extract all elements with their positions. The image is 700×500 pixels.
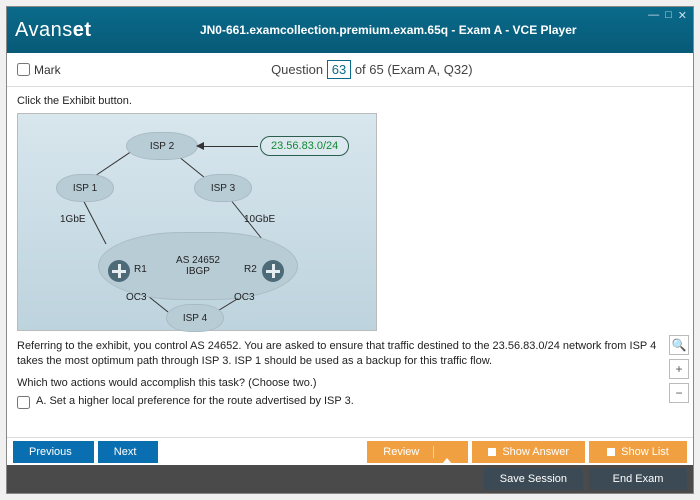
1gbe-label: 1GbE <box>60 214 86 225</box>
previous-label: Previous <box>29 446 72 458</box>
question-text: Referring to the exhibit, you control AS… <box>17 339 683 369</box>
isp1-label: ISP 1 <box>73 183 97 194</box>
next-button[interactable]: Next <box>98 441 159 463</box>
close-button[interactable]: ✕ <box>678 9 687 22</box>
mark-checkbox-wrap[interactable]: Mark <box>17 63 61 77</box>
triangle-up-icon <box>442 446 452 464</box>
app-logo: Avanset <box>15 19 92 42</box>
show-list-button[interactable]: Show List <box>589 441 687 463</box>
question-total: of 65 (Exam A, Q32) <box>355 62 473 77</box>
isp1-cloud: ISP 1 <box>56 174 114 202</box>
oc3-label-2: OC3 <box>234 292 255 303</box>
stop-icon <box>488 448 496 456</box>
end-exam-button[interactable]: End Exam <box>589 468 687 490</box>
question-label: Question <box>271 62 323 77</box>
stop-icon <box>607 448 615 456</box>
logo-part-a: Avans <box>15 19 73 41</box>
router-r2-icon <box>262 260 284 282</box>
isp3-label: ISP 3 <box>211 183 235 194</box>
exhibit-instruction: Click the Exhibit button. <box>17 95 683 107</box>
oc3-label-1: OC3 <box>126 292 147 303</box>
next-label: Next <box>114 446 137 458</box>
zoom-in-button[interactable]: + <box>669 359 689 379</box>
r2-label: R2 <box>244 264 257 275</box>
option-a-checkbox[interactable] <box>17 396 30 409</box>
window-controls: — □ ✕ <box>648 9 687 22</box>
review-label: Review <box>383 446 419 458</box>
isp4-cloud: ISP 4 <box>166 304 224 332</box>
router-r1-icon <box>108 260 130 282</box>
mark-checkbox[interactable] <box>17 63 30 76</box>
exhibit-image: ISP 2 ISP 1 ISP 3 AS 24652 IBGP ISP 4 1G… <box>17 113 377 331</box>
zoom-out-button[interactable]: − <box>669 383 689 403</box>
as-number: AS 24652 <box>176 255 220 266</box>
show-answer-label: Show Answer <box>502 446 569 458</box>
isp2-label: ISP 2 <box>150 141 174 152</box>
question-content: Click the Exhibit button. ISP 2 ISP 1 IS… <box>7 87 693 437</box>
search-button[interactable]: 🔍 <box>669 335 689 355</box>
question-number: 63 <box>327 60 351 79</box>
option-a-text: A. Set a higher local preference for the… <box>36 395 354 407</box>
network-box: 23.56.83.0/24 <box>260 136 349 156</box>
ibgp-label: IBGP <box>176 266 220 277</box>
logo-part-b: et <box>73 19 92 41</box>
app-window: Avanset JN0-661.examcollection.premium.e… <box>6 6 694 494</box>
titlebar: Avanset JN0-661.examcollection.premium.e… <box>7 7 693 53</box>
session-footer: Save Session End Exam <box>7 465 693 493</box>
previous-button[interactable]: Previous <box>13 441 94 463</box>
maximize-button[interactable]: □ <box>665 9 672 22</box>
minimize-button[interactable]: — <box>648 9 659 22</box>
show-list-label: Show List <box>621 446 669 458</box>
nav-footer: Previous Next Review Show Answer Show Li… <box>7 437 693 465</box>
10gbe-label: 10GbE <box>244 214 275 225</box>
isp4-label: ISP 4 <box>183 313 207 324</box>
isp3-cloud: ISP 3 <box>194 174 252 202</box>
arrow-head-icon <box>196 142 204 150</box>
mark-label: Mark <box>34 63 61 77</box>
show-answer-button[interactable]: Show Answer <box>472 441 585 463</box>
window-title: JN0-661.examcollection.premium.exam.65q … <box>92 23 685 37</box>
arrow-line <box>200 146 258 147</box>
option-a[interactable]: A. Set a higher local preference for the… <box>17 395 683 409</box>
view-tools: 🔍 + − <box>669 335 689 403</box>
isp2-cloud: ISP 2 <box>126 132 198 160</box>
save-session-button[interactable]: Save Session <box>484 468 583 490</box>
choose-instruction: Which two actions would accomplish this … <box>17 377 683 389</box>
question-header: Mark Question 63 of 65 (Exam A, Q32) <box>7 53 693 87</box>
question-counter: Question 63 of 65 (Exam A, Q32) <box>61 60 683 79</box>
review-button[interactable]: Review <box>367 441 468 463</box>
r1-label: R1 <box>134 264 147 275</box>
network-label: 23.56.83.0/24 <box>271 140 338 152</box>
